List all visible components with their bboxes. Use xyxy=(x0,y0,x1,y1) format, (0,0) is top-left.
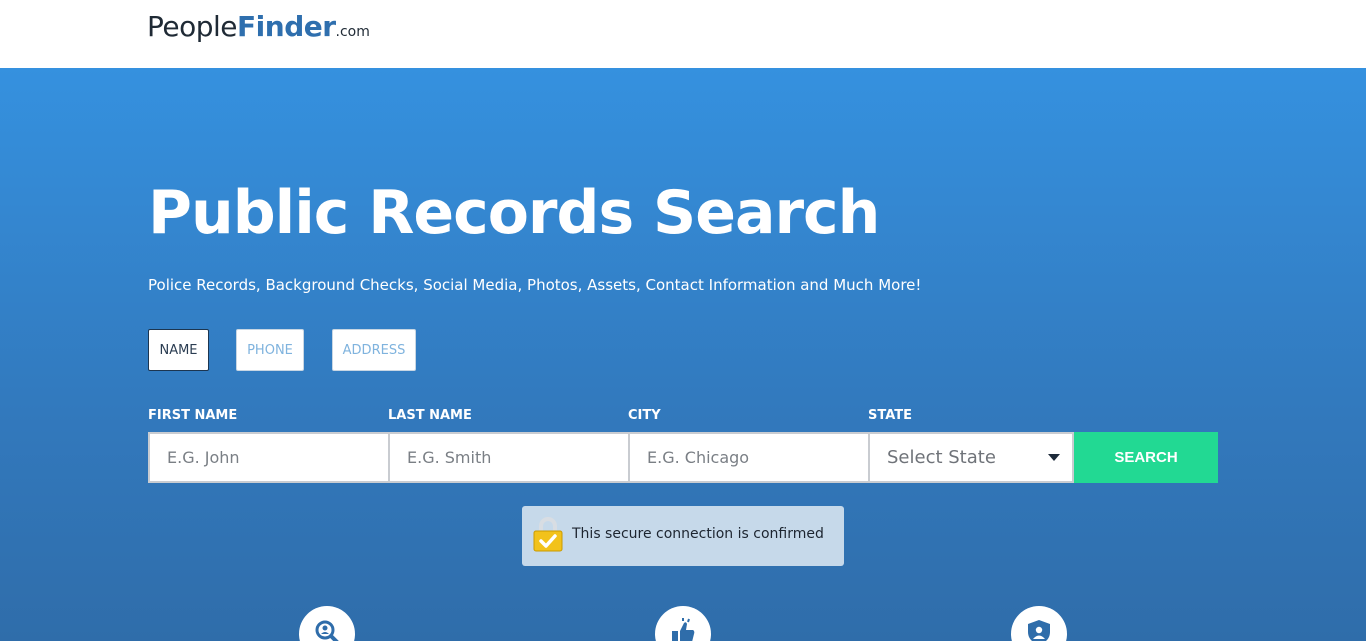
last-name-input[interactable] xyxy=(388,432,630,483)
feature-thumbs-circle xyxy=(655,606,711,641)
page-subtitle: Police Records, Background Checks, Socia… xyxy=(148,276,922,294)
logo-com-text: .com xyxy=(335,24,370,40)
hero-section: Public Records Search Police Records, Ba… xyxy=(0,68,1366,641)
thumbs-up-icon xyxy=(672,618,695,641)
site-header: PeopleFinder.com xyxy=(0,0,1366,68)
page-title: Public Records Search xyxy=(148,178,880,248)
first-name-label: FIRST NAME xyxy=(148,408,238,423)
city-input[interactable] xyxy=(628,432,870,483)
logo-finder-text: Finder xyxy=(237,10,336,43)
magnifier-person-icon xyxy=(315,620,339,641)
search-button[interactable]: SEARCH xyxy=(1074,432,1218,483)
last-name-label: LAST NAME xyxy=(388,408,472,423)
feature-search-circle xyxy=(299,606,355,641)
peoplefinder-logo[interactable]: PeopleFinder.com xyxy=(147,10,370,43)
feature-shield-circle xyxy=(1011,606,1067,641)
state-label: STATE xyxy=(868,408,913,423)
shield-user-icon xyxy=(1028,620,1050,641)
caret-down-icon xyxy=(1048,454,1060,461)
state-select[interactable]: Select State xyxy=(868,432,1074,483)
tab-name[interactable]: NAME xyxy=(148,329,209,371)
secure-connection-text: This secure connection is confirmed xyxy=(572,526,824,542)
city-label: CITY xyxy=(628,408,661,423)
first-name-input[interactable] xyxy=(148,432,390,483)
logo-people-text: People xyxy=(147,10,238,43)
state-select-value: Select State xyxy=(887,447,996,468)
padlock-check-icon xyxy=(533,517,563,552)
secure-connection-notice: This secure connection is confirmed xyxy=(522,506,844,566)
tab-address[interactable]: ADDRESS xyxy=(332,329,416,371)
tab-phone[interactable]: PHONE xyxy=(236,329,304,371)
